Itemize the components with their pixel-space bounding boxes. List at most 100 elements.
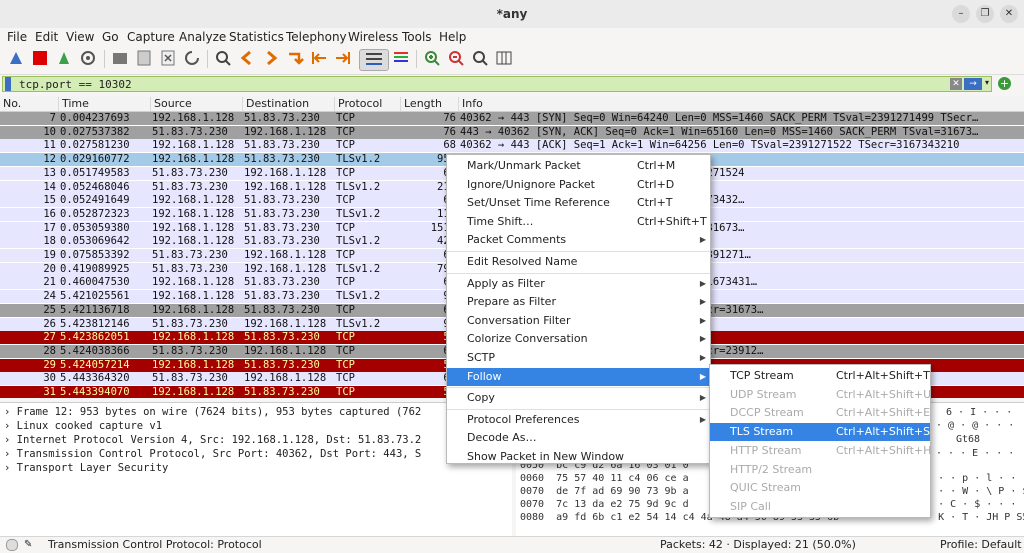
detail-row[interactable]: › Transport Layer Security: [4, 462, 168, 474]
reload-file-icon[interactable]: [182, 49, 202, 69]
go-back-icon[interactable]: [237, 49, 257, 69]
context-item-sctp[interactable]: SCTP ▶: [447, 349, 710, 367]
packet-cell-proto: TCP: [336, 372, 355, 385]
save-file-icon[interactable]: [134, 49, 154, 69]
packet-cell-no: 29: [43, 358, 56, 371]
packet-cell-time: 0.027581230: [60, 139, 130, 152]
context-item-set-unset-time-reference[interactable]: Set/Unset Time Reference Ctrl+T: [447, 194, 710, 212]
close-button[interactable]: ✕: [1000, 5, 1018, 23]
detail-row[interactable]: › Transmission Control Protocol, Src Por…: [4, 448, 421, 460]
menu-statistics[interactable]: Statistics: [229, 30, 284, 44]
filter-history-icon[interactable]: ▾: [985, 78, 989, 87]
menu-view[interactable]: View: [66, 30, 94, 44]
packet-cell-src: 192.168.1.128: [152, 207, 235, 220]
resize-columns-icon[interactable]: [494, 49, 514, 69]
detail-row[interactable]: › Linux cooked capture v1: [4, 420, 162, 432]
packet-cell-time: 5.423812146: [60, 317, 130, 330]
zoom-out-icon[interactable]: [446, 49, 466, 69]
col-protocol[interactable]: Protocol: [334, 97, 400, 111]
submenu-arrow-icon: ▶: [699, 371, 706, 381]
context-item-mark-unmark-packet[interactable]: Mark/Unmark Packet Ctrl+M: [447, 157, 710, 175]
packet-cell-dst: 51.83.73.230: [244, 303, 320, 316]
edit-comment-icon[interactable]: ✎: [24, 539, 32, 550]
context-item-protocol-preferences[interactable]: Protocol Preferences ▶: [447, 411, 710, 429]
normal-size-icon[interactable]: [470, 49, 490, 69]
detail-row[interactable]: › Frame 12: 953 bytes on wire (7624 bits…: [4, 406, 421, 418]
bookmark-icon[interactable]: [5, 77, 11, 91]
context-item-edit-resolved-name[interactable]: Edit Resolved Name: [447, 253, 710, 271]
context-item-time-shift[interactable]: Time Shift… Ctrl+Shift+T: [447, 213, 710, 231]
menu-item-shortcut: Ctrl+Alt+Shift+H: [836, 443, 932, 457]
packet-cell-time: 0.052491649: [60, 194, 130, 207]
packet-cell-proto: TCP: [336, 139, 355, 152]
restart-capture-icon[interactable]: [54, 49, 74, 69]
context-item-prepare-as-filter[interactable]: Prepare as Filter ▶: [447, 293, 710, 311]
open-file-icon[interactable]: [110, 49, 130, 69]
menu-item-label: QUIC Stream: [730, 481, 801, 495]
go-forward-icon[interactable]: [261, 49, 281, 69]
col-time[interactable]: Time: [58, 97, 150, 111]
menu-item-label: SIP Call: [730, 499, 771, 513]
context-item-follow[interactable]: Follow ▶: [447, 367, 710, 386]
context-item-copy[interactable]: Copy ▶: [447, 389, 710, 407]
menu-item-label: HTTP Stream: [730, 443, 802, 457]
menu-capture[interactable]: Capture: [127, 30, 175, 44]
context-item-packet-comments[interactable]: Packet Comments ▶: [447, 231, 710, 249]
context-item-colorize-conversation[interactable]: Colorize Conversation ▶: [447, 330, 710, 348]
capture-options-icon[interactable]: [78, 49, 98, 69]
close-file-icon[interactable]: [158, 49, 178, 69]
status-profile[interactable]: Profile: Default: [940, 538, 1022, 551]
packet-row[interactable]: 10 0.027537382 51.83.73.230 192.168.1.128 TC…: [0, 125, 1024, 139]
auto-scroll-icon[interactable]: [359, 49, 389, 71]
menu-analyze[interactable]: Analyze: [179, 30, 226, 44]
context-item-conversation-filter[interactable]: Conversation Filter ▶: [447, 312, 710, 330]
col-info[interactable]: Info: [458, 97, 1024, 111]
menu-edit[interactable]: Edit: [35, 30, 58, 44]
maximize-button[interactable]: ❐: [976, 5, 994, 23]
col-length[interactable]: Length: [400, 97, 458, 111]
packet-cell-proto: TCP: [336, 276, 355, 289]
col-source[interactable]: Source: [150, 97, 242, 111]
clear-filter-icon[interactable]: ✕: [950, 78, 962, 90]
packet-cell-dst: 51.83.73.230: [244, 112, 320, 124]
follow-item-tcp-stream[interactable]: TCP Stream Ctrl+Alt+Shift+T: [710, 367, 930, 385]
packet-cell-proto: TCP: [336, 194, 355, 207]
packet-row[interactable]: 7 0.004237693 192.168.1.128 51.83.73.230 TCP…: [0, 112, 1024, 125]
add-filter-button-icon[interactable]: +: [998, 77, 1011, 90]
menu-help[interactable]: Help: [439, 30, 466, 44]
bytes-ascii: 6 · I · · ·: [946, 407, 1013, 418]
menu-wireless[interactable]: Wireless: [348, 30, 398, 44]
zoom-in-icon[interactable]: [422, 49, 442, 69]
stop-capture-icon[interactable]: [30, 49, 50, 69]
go-to-packet-icon[interactable]: [285, 49, 305, 69]
detail-row[interactable]: › Internet Protocol Version 4, Src: 192.…: [4, 434, 421, 446]
menu-item-label: UDP Stream: [730, 387, 797, 401]
follow-item-tls-stream[interactable]: TLS Stream Ctrl+Alt+Shift+S: [710, 423, 930, 442]
packet-cell-no: 12: [43, 153, 56, 166]
display-filter-input[interactable]: tcp.port == 10302: [2, 76, 992, 92]
follow-item-dccp-stream: DCCP Stream Ctrl+Alt+Shift+E: [710, 404, 930, 422]
menu-telephony[interactable]: Telephony: [286, 30, 347, 44]
packet-cell-dst: 192.168.1.128: [244, 372, 327, 385]
minimize-button[interactable]: –: [952, 5, 970, 23]
go-first-packet-icon[interactable]: [309, 49, 329, 69]
packet-row[interactable]: 11 0.027581230 192.168.1.128 51.83.73.230 TC…: [0, 139, 1024, 153]
apply-filter-icon[interactable]: →: [964, 78, 982, 90]
packet-cell-info: 40362 → 443 [ACK] Seq=1 Ack=1 Win=64256 …: [460, 139, 960, 152]
go-last-packet-icon[interactable]: [333, 49, 353, 69]
context-item-apply-as-filter[interactable]: Apply as Filter ▶: [447, 275, 710, 293]
col-no[interactable]: No.: [0, 97, 58, 111]
menu-file[interactable]: File: [7, 30, 27, 44]
context-item-ignore-unignore-packet[interactable]: Ignore/Unignore Packet Ctrl+D: [447, 176, 710, 194]
find-packet-icon[interactable]: [213, 49, 233, 69]
packet-cell-dst: 51.83.73.230: [244, 235, 320, 248]
menu-go[interactable]: Go: [102, 30, 119, 44]
context-item-show-packet-in-new-window[interactable]: Show Packet in New Window: [447, 448, 710, 466]
shark-fin-start-icon[interactable]: [6, 49, 26, 69]
context-item-decode-as[interactable]: Decode As…: [447, 429, 710, 447]
colorize-icon[interactable]: [391, 49, 411, 69]
col-destination[interactable]: Destination: [242, 97, 334, 111]
packet-cell-time: 0.004237693: [60, 112, 130, 124]
expert-info-icon[interactable]: [6, 539, 18, 551]
menu-tools[interactable]: Tools: [402, 30, 432, 44]
